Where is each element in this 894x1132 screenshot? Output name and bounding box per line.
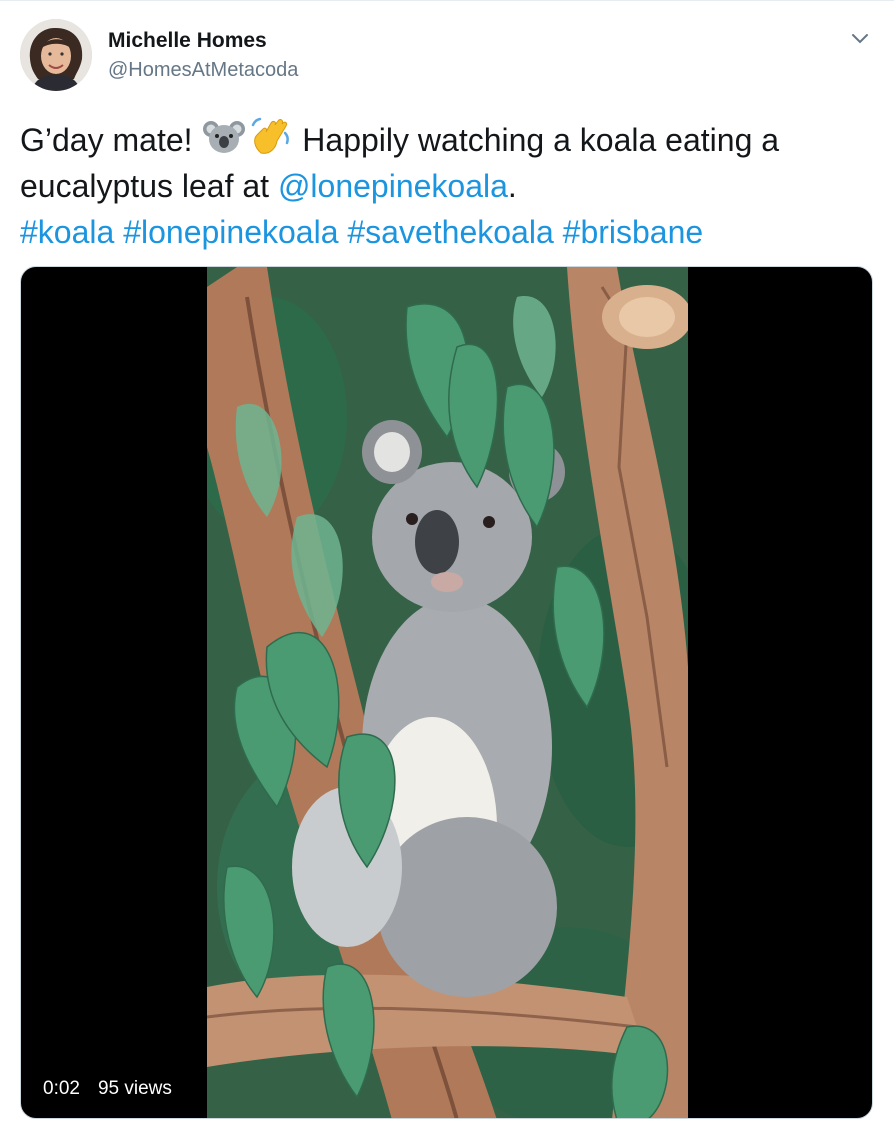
koala-video-frame [207, 267, 688, 1118]
tweet-card: Michelle Homes @HomesAtMetacoda G’day ma… [0, 0, 894, 1132]
video-player[interactable]: 0:02 95 views [20, 266, 873, 1119]
hashtag-link[interactable]: #lonepinekoala [123, 214, 338, 250]
tweet-text-intro: G’day mate! [20, 122, 193, 158]
hashtag-link[interactable]: #brisbane [563, 214, 704, 250]
video-meta: 0:02 95 views [43, 1078, 172, 1100]
tweet-text-period: . [507, 168, 517, 204]
video-views: 95 views [97, 1078, 172, 1099]
hashtag-link[interactable]: #savethekoala [347, 214, 553, 250]
hashtag-link[interactable]: #koala [20, 214, 114, 250]
waving-hand-icon [249, 117, 291, 157]
video-time: 0:02 [43, 1078, 80, 1099]
koala-icon [203, 117, 246, 157]
user-handle[interactable]: @HomesAtMetacoda [108, 59, 298, 82]
profile-photo-icon [20, 19, 92, 91]
chevron-down-icon[interactable] [848, 27, 872, 51]
display-name[interactable]: Michelle Homes [108, 29, 267, 53]
tweet-text: G’day mate! Happily watching a koala eat… [20, 117, 870, 255]
mention-link[interactable]: @lonepinekoala [278, 168, 508, 204]
avatar[interactable] [20, 19, 92, 91]
